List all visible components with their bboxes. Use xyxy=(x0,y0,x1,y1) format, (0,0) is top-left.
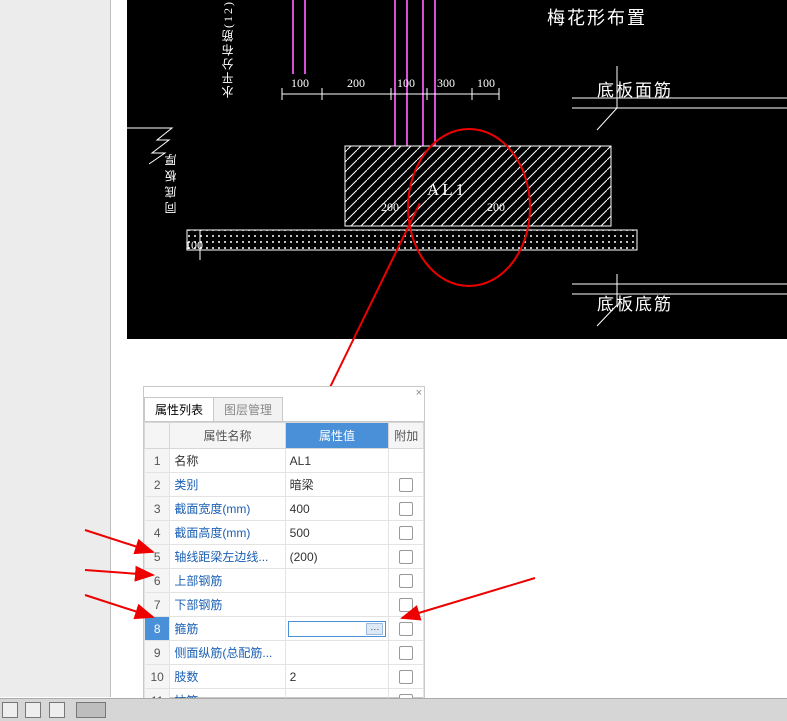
property-value[interactable]: x··· xyxy=(285,617,389,641)
checkbox[interactable] xyxy=(399,670,413,684)
property-name: 下部钢筋 xyxy=(170,593,285,617)
cad-dim-100c: 100 xyxy=(477,76,495,91)
cad-label-bottom-rebar: 底板底筋 xyxy=(597,290,673,315)
table-row[interactable]: 4截面高度(mm)500 xyxy=(145,521,424,545)
property-value[interactable] xyxy=(285,641,389,665)
property-value[interactable] xyxy=(285,593,389,617)
taskbar-icon[interactable] xyxy=(25,702,41,718)
property-add[interactable] xyxy=(389,497,424,521)
taskbar-icon[interactable] xyxy=(49,702,65,718)
close-icon[interactable]: × xyxy=(416,387,422,399)
property-value[interactable]: 暗梁 xyxy=(285,473,389,497)
row-number: 10 xyxy=(145,665,170,689)
table-row[interactable]: 9侧面纵筋(总配筋... xyxy=(145,641,424,665)
property-value[interactable]: 2 xyxy=(285,665,389,689)
tab-property-list[interactable]: 属性列表 xyxy=(144,397,214,421)
property-name: 肢数 xyxy=(170,665,285,689)
checkbox[interactable] xyxy=(399,550,413,564)
cad-dim-300: 300 xyxy=(437,76,455,91)
property-add[interactable] xyxy=(389,641,424,665)
table-row[interactable]: 2类别暗梁 xyxy=(145,473,424,497)
annotation-ellipse xyxy=(407,128,531,287)
cad-label-plum-pattern: 梅花形布置 xyxy=(547,4,647,30)
taskbar-icon[interactable] xyxy=(2,702,18,718)
table-row[interactable]: 1名称AL1 xyxy=(145,449,424,473)
row-number: 2 xyxy=(145,473,170,497)
os-taskbar[interactable] xyxy=(0,698,787,721)
property-add[interactable] xyxy=(389,473,424,497)
checkbox[interactable] xyxy=(399,478,413,492)
checkbox[interactable] xyxy=(399,526,413,540)
taskbar-lang-ime[interactable] xyxy=(76,702,106,718)
table-row[interactable]: 8箍筋x··· xyxy=(145,617,424,641)
header-add: 附加 xyxy=(389,423,424,449)
property-add[interactable] xyxy=(389,545,424,569)
table-row[interactable]: 5轴线距梁左边线...(200) xyxy=(145,545,424,569)
property-add[interactable] xyxy=(389,449,424,473)
annotation-arrow-right xyxy=(400,578,540,628)
tab-layer-manage[interactable]: 图层管理 xyxy=(213,397,283,421)
property-value[interactable]: 400 xyxy=(285,497,389,521)
header-number xyxy=(145,423,170,449)
row-number: 9 xyxy=(145,641,170,665)
property-name: 箍筋 xyxy=(170,617,285,641)
cad-dim-100d: 100 xyxy=(185,238,203,253)
property-name: 名称 xyxy=(170,449,285,473)
cad-label-top-rebar: 底板面筋 xyxy=(597,76,673,101)
property-table[interactable]: 属性名称 属性值 附加 1名称AL12类别暗梁3截面宽度(mm)4004截面高度… xyxy=(144,422,424,721)
table-row[interactable]: 3截面宽度(mm)400 xyxy=(145,497,424,521)
property-name: 侧面纵筋(总配筋... xyxy=(170,641,285,665)
property-name: 类别 xyxy=(170,473,285,497)
property-value[interactable] xyxy=(285,569,389,593)
table-row[interactable]: 7下部钢筋 xyxy=(145,593,424,617)
header-name: 属性名称 xyxy=(170,423,285,449)
table-row[interactable]: 10肢数2 xyxy=(145,665,424,689)
property-add[interactable] xyxy=(389,521,424,545)
property-add[interactable] xyxy=(389,665,424,689)
cad-label-same-slab-thickness: 同底板厚 xyxy=(162,150,179,214)
cad-viewport[interactable]: 水平分布筋(12) 同底板厚 梅花形布置 100 200 100 300 100… xyxy=(127,0,787,339)
property-name: 轴线距梁左边线... xyxy=(170,545,285,569)
cad-dim-100b: 100 xyxy=(397,76,415,91)
property-value[interactable]: 500 xyxy=(285,521,389,545)
property-name: 截面高度(mm) xyxy=(170,521,285,545)
property-name: 上部钢筋 xyxy=(170,569,285,593)
table-row[interactable]: 6上部钢筋 xyxy=(145,569,424,593)
annotation-arrows-left xyxy=(85,530,160,640)
edit-ellipsis-icon[interactable]: ··· xyxy=(366,623,383,635)
cad-tag-200-left: 200 xyxy=(381,200,399,215)
checkbox[interactable] xyxy=(399,646,413,660)
cad-dim-200a: 200 xyxy=(347,76,365,91)
property-panel[interactable]: × 属性列表 图层管理 属性名称 属性值 附加 1名称AL12类别暗梁3截面宽度… xyxy=(143,386,425,698)
row-number: 3 xyxy=(145,497,170,521)
cad-dim-100a: 100 xyxy=(291,76,309,91)
property-value[interactable]: AL1 xyxy=(285,449,389,473)
checkbox[interactable] xyxy=(399,502,413,516)
cad-label-horizontal-rebar: 水平分布筋(12) xyxy=(219,0,236,98)
property-name: 截面宽度(mm) xyxy=(170,497,285,521)
header-value[interactable]: 属性值 xyxy=(285,423,389,449)
property-value[interactable]: (200) xyxy=(285,545,389,569)
row-number: 1 xyxy=(145,449,170,473)
